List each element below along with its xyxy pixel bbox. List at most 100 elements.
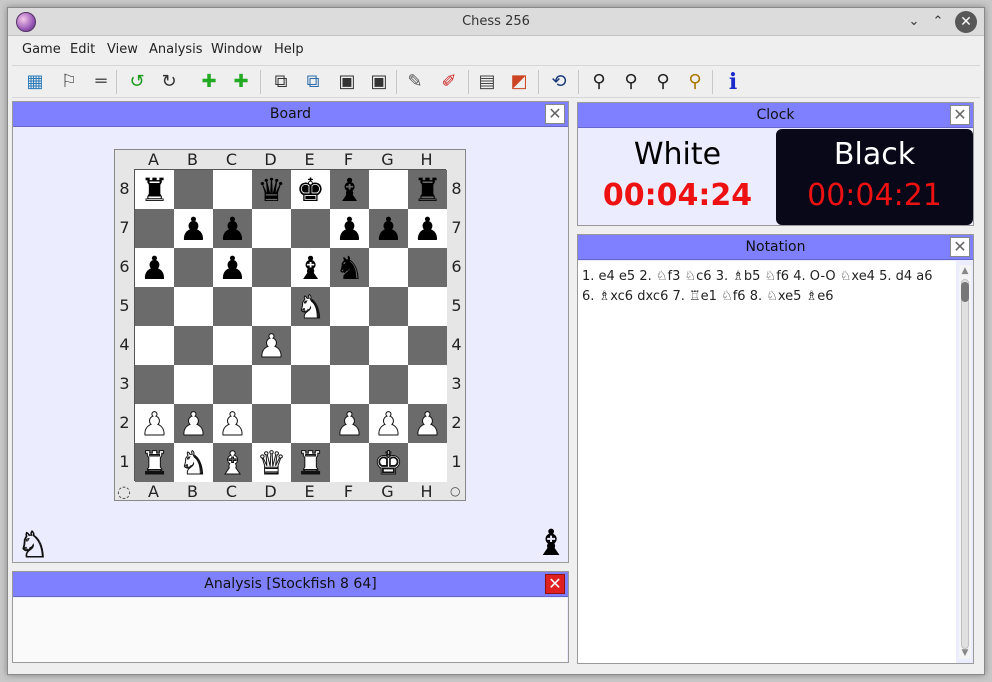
move-list[interactable]: 1. e4 e5 2. ♘f3 ♘c6 3. ♗b5 ♘f6 4. O-O ♘x… (582, 267, 948, 307)
square-g7[interactable]: ♟ (369, 209, 408, 248)
square-e7[interactable] (291, 209, 330, 248)
menu-analysis[interactable]: Analysis (149, 42, 203, 57)
notation-scrollbar[interactable]: ▲ ▼ (959, 265, 971, 659)
square-g1[interactable]: ♚ (369, 443, 408, 482)
square-a5[interactable] (135, 287, 174, 326)
square-g6[interactable] (369, 248, 408, 287)
square-g2[interactable]: ♟ (369, 404, 408, 443)
add-engine-icon[interactable]: ✚ (196, 69, 222, 95)
square-h2[interactable]: ♟ (408, 404, 447, 443)
flag-icon[interactable]: ⚐ (56, 69, 82, 95)
menu-view[interactable]: View (107, 42, 138, 57)
black-pawn-icon[interactable]: ♟ (140, 252, 169, 284)
square-c5[interactable] (213, 287, 252, 326)
zoom-reset-icon[interactable]: ⚲ (682, 69, 708, 95)
square-c2[interactable]: ♟ (213, 404, 252, 443)
redo-icon[interactable]: ↻ (156, 69, 182, 95)
new-game-icon[interactable]: ▦ (22, 69, 48, 95)
settings-board-icon[interactable]: ▤ (474, 69, 500, 95)
scroll-down-arrow-icon[interactable]: ▼ (959, 647, 971, 659)
square-d5[interactable] (252, 287, 291, 326)
square-b4[interactable] (174, 326, 213, 365)
square-f7[interactable]: ♟ (330, 209, 369, 248)
menu-game[interactable]: Game (22, 42, 61, 57)
square-b8[interactable] (174, 170, 213, 209)
info-icon[interactable]: i (720, 69, 746, 95)
square-h5[interactable] (408, 287, 447, 326)
square-d6[interactable] (252, 248, 291, 287)
square-b5[interactable] (174, 287, 213, 326)
white-pawn-icon[interactable]: ♟ (413, 407, 443, 440)
black-rook-icon[interactable]: ♜ (140, 174, 169, 206)
minimize-button[interactable]: ⌄ (904, 12, 924, 32)
white-pawn-icon[interactable]: ♟ (218, 407, 248, 440)
white-bishop-icon[interactable]: ♝ (218, 446, 248, 479)
square-h3[interactable] (408, 365, 447, 404)
draw-icon[interactable]: ═ (88, 69, 114, 95)
add-engine-2-icon[interactable]: ✚ (228, 69, 254, 95)
square-f2[interactable]: ♟ (330, 404, 369, 443)
square-h8[interactable]: ♜ (408, 170, 447, 209)
paste-board-icon[interactable]: ▣ (366, 69, 392, 95)
square-a4[interactable] (135, 326, 174, 365)
black-pawn-icon[interactable]: ♟ (335, 213, 364, 245)
square-f5[interactable] (330, 287, 369, 326)
zoom-in-icon[interactable]: ⚲ (586, 69, 612, 95)
square-b7[interactable]: ♟ (174, 209, 213, 248)
scroll-handle[interactable] (961, 282, 969, 302)
analysis-panel-close-button[interactable]: ✕ (545, 574, 565, 594)
black-rook-icon[interactable]: ♜ (413, 174, 442, 206)
white-knight-icon[interactable]: ♞ (296, 290, 326, 323)
copy-board-icon[interactable]: ⧉ (300, 69, 326, 95)
white-rook-icon[interactable]: ♜ (140, 446, 170, 479)
notation-area[interactable]: 1. e4 e5 2. ♘f3 ♘c6 3. ♗b5 ♘f6 4. O-O ♘x… (578, 261, 956, 663)
square-e4[interactable] (291, 326, 330, 365)
copy-icon[interactable]: ⧉ (268, 69, 294, 95)
square-g8[interactable] (369, 170, 408, 209)
white-pawn-icon[interactable]: ♟ (374, 407, 404, 440)
square-a6[interactable]: ♟ (135, 248, 174, 287)
square-h4[interactable] (408, 326, 447, 365)
edit-pen-icon[interactable]: ✎ (402, 69, 428, 95)
white-queen-icon[interactable]: ♛ (257, 446, 287, 479)
no-edit-icon[interactable]: ✐ (436, 69, 462, 95)
square-b3[interactable] (174, 365, 213, 404)
square-d4[interactable]: ♟ (252, 326, 291, 365)
square-b6[interactable] (174, 248, 213, 287)
board-panel-close-button[interactable]: ✕ (545, 104, 565, 124)
menu-edit[interactable]: Edit (70, 42, 95, 57)
black-pawn-icon[interactable]: ♟ (413, 213, 442, 245)
square-h1[interactable] (408, 443, 447, 482)
square-d7[interactable] (252, 209, 291, 248)
square-f6[interactable]: ♞ (330, 248, 369, 287)
black-pawn-icon[interactable]: ♟ (218, 252, 247, 284)
square-a8[interactable]: ♜ (135, 170, 174, 209)
white-pawn-icon[interactable]: ♟ (140, 407, 170, 440)
square-f1[interactable] (330, 443, 369, 482)
maximize-button[interactable]: ⌃ (928, 12, 948, 32)
white-knight-icon[interactable]: ♞ (179, 446, 209, 479)
square-c7[interactable]: ♟ (213, 209, 252, 248)
square-a7[interactable] (135, 209, 174, 248)
clock-panel-close-button[interactable]: ✕ (950, 105, 970, 125)
zoom-fit-icon[interactable]: ⚲ (650, 69, 676, 95)
scroll-track[interactable] (961, 279, 969, 649)
square-c6[interactable]: ♟ (213, 248, 252, 287)
white-king-icon[interactable]: ♚ (374, 446, 404, 479)
square-c1[interactable]: ♝ (213, 443, 252, 482)
white-rook-icon[interactable]: ♜ (296, 446, 326, 479)
square-a3[interactable] (135, 365, 174, 404)
square-e1[interactable]: ♜ (291, 443, 330, 482)
undo-icon[interactable]: ↺ (124, 69, 150, 95)
black-pawn-icon[interactable]: ♟ (218, 213, 247, 245)
white-pawn-icon[interactable]: ♟ (257, 329, 287, 362)
black-king-icon[interactable]: ♚ (296, 174, 325, 206)
paste-icon[interactable]: ▣ (334, 69, 360, 95)
square-g4[interactable] (369, 326, 408, 365)
square-g3[interactable] (369, 365, 408, 404)
black-bishop-icon[interactable]: ♝ (335, 174, 364, 206)
flip-board-icon[interactable]: ⟲ (546, 69, 572, 95)
square-b2[interactable]: ♟ (174, 404, 213, 443)
square-e3[interactable] (291, 365, 330, 404)
square-d1[interactable]: ♛ (252, 443, 291, 482)
